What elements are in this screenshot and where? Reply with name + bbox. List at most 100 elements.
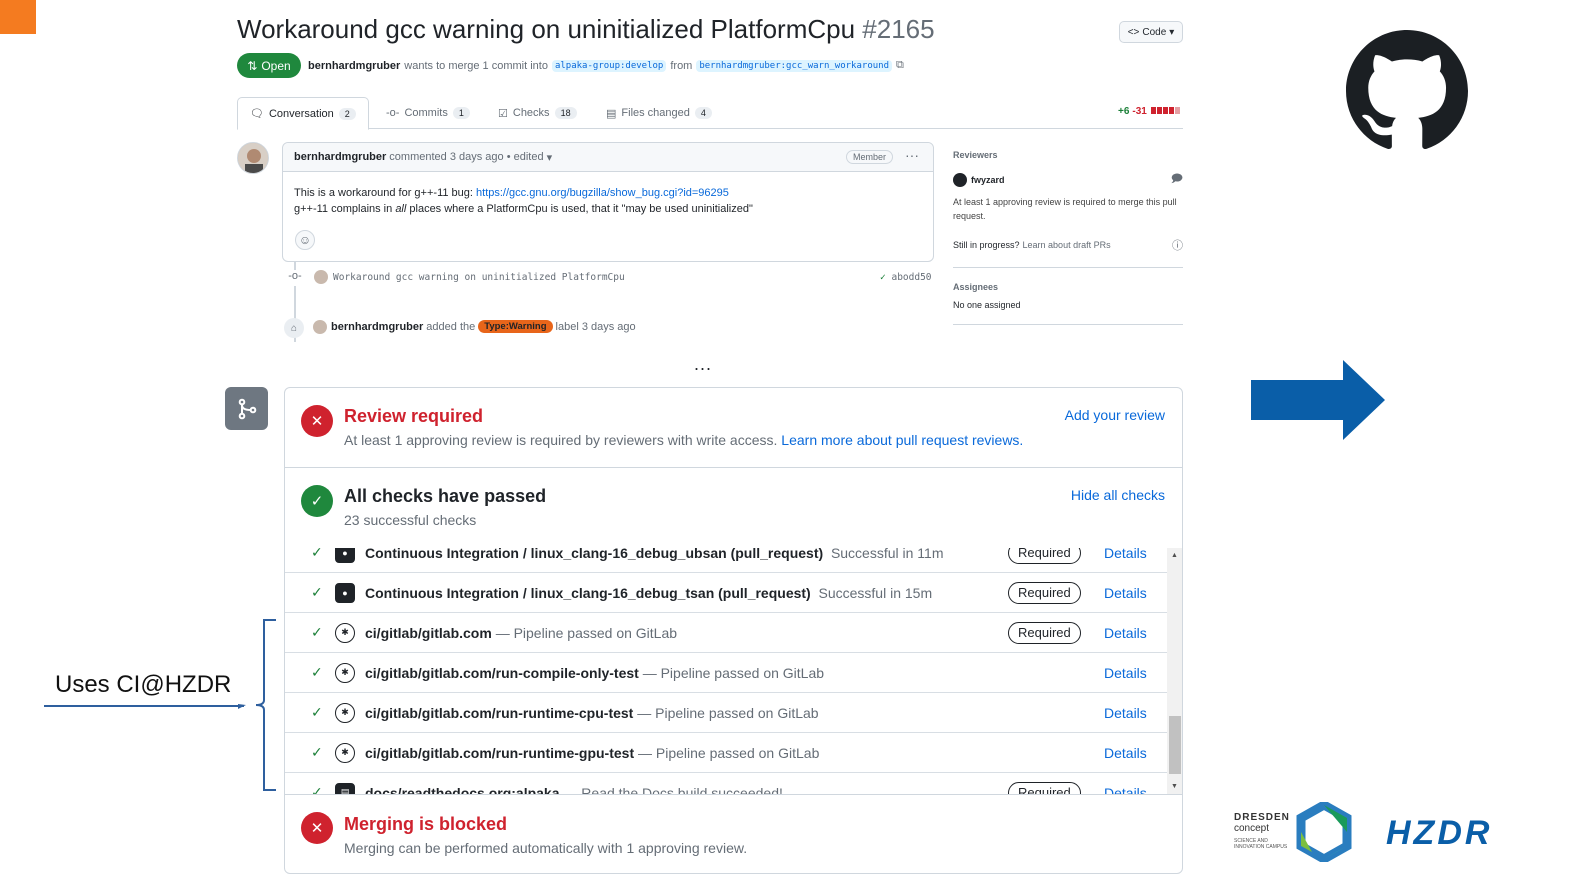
ellipsis-separator: ... xyxy=(694,354,713,374)
type-warning-label[interactable]: Type:Warning xyxy=(478,320,553,333)
copy-icon[interactable]: ⧉ xyxy=(896,59,904,72)
avatar[interactable] xyxy=(314,270,328,284)
comment-text: g++-11 complains in xyxy=(294,203,396,215)
label-event-author[interactable]: bernhardmgruber xyxy=(331,321,423,333)
reviewer-name[interactable]: fwyzard xyxy=(971,173,1005,187)
avatar[interactable] xyxy=(313,320,327,334)
git-commit-icon: -o- xyxy=(287,270,303,286)
github-logo-icon xyxy=(1346,30,1468,149)
label-event: bernhardmgruber added the Type:Warning l… xyxy=(331,320,636,333)
comment-text: places where a PlatformCpu is used, that… xyxy=(406,203,753,215)
pr-title: Workaround gcc warning on uninitialized … xyxy=(237,14,935,45)
pr-author-link[interactable]: bernhardmgruber xyxy=(308,60,400,72)
comment-icon[interactable]: 🗩 xyxy=(1171,170,1183,189)
smiley-icon[interactable]: ☺ xyxy=(295,230,315,250)
code-button[interactable]: <> Code ▾ xyxy=(1119,21,1183,43)
avatar[interactable] xyxy=(237,142,269,174)
tab-counter: 4 xyxy=(694,107,712,119)
code-button-label: Code xyxy=(1142,26,1167,38)
annotation-underline xyxy=(44,705,244,707)
commit-message[interactable]: Workaround gcc warning on uninitialized … xyxy=(333,272,625,283)
reviewer-row: fwyzard 🗩 xyxy=(953,170,1183,189)
check-row: ✓ ● Continuous Integration / linux_clang… xyxy=(285,548,1167,572)
comment-meta[interactable]: commented 3 days ago • edited xyxy=(389,151,543,163)
tag-icon: ⌂ xyxy=(284,318,304,338)
tab-files-changed[interactable]: ▤ Files changed 4 xyxy=(594,97,724,129)
pr-tabs: 🗨 Conversation 2 -o- Commits 1 ☑ Checks … xyxy=(237,97,1183,130)
check-icon: ✓ xyxy=(311,784,323,794)
base-branch[interactable]: alpaka-group:develop xyxy=(551,59,667,72)
commit-sha[interactable]: abodd50 xyxy=(891,272,931,283)
check-row: ✓ ▤ docs/readthedocs.org:alpaka — Read t… xyxy=(285,772,1167,794)
tab-counter: 1 xyxy=(452,107,470,119)
tab-commits[interactable]: -o- Commits 1 xyxy=(374,97,482,129)
required-badge: Required xyxy=(1008,781,1081,794)
check-status: — Read the Docs build succeeded! xyxy=(563,784,783,795)
pr-title-text: Workaround gcc warning on uninitialized … xyxy=(237,14,856,44)
details-link[interactable]: Details xyxy=(1104,625,1147,641)
dresden-concept-hexagon-icon xyxy=(1296,802,1352,862)
x-circle-icon: ✕ xyxy=(301,405,333,437)
curly-brace xyxy=(238,619,276,791)
pr-state-badge: ⇅ Open xyxy=(237,53,301,78)
details-link[interactable]: Details xyxy=(1104,745,1147,761)
gitlab-icon: ✱ xyxy=(335,662,355,683)
draft-prs-link[interactable]: Learn about draft PRs xyxy=(1023,238,1111,252)
reviewers-heading[interactable]: Reviewers xyxy=(953,150,1183,160)
head-branch[interactable]: bernhardmgruber:gcc_warn_workaround xyxy=(696,59,892,72)
from-text: from xyxy=(670,59,693,72)
check-name: ci/gitlab/gitlab.com xyxy=(365,624,492,641)
kebab-menu-icon[interactable]: ··· xyxy=(905,147,919,163)
diffstat: +6 -31 xyxy=(1118,106,1180,117)
lines-added: +6 xyxy=(1118,106,1130,117)
check-icon: ✓ xyxy=(311,704,323,720)
comment-discussion-icon: 🗨 xyxy=(250,108,264,120)
check-name: ci/gitlab/gitlab.com/run-runtime-gpu-tes… xyxy=(365,744,635,761)
assignees-value: No one assigned xyxy=(953,300,1021,310)
merge-description: bernhardmgruber wants to merge 1 commit … xyxy=(308,59,904,72)
right-arrow-icon xyxy=(1251,360,1385,440)
assignees-heading[interactable]: Assignees xyxy=(953,282,1183,292)
details-link[interactable]: Details xyxy=(1104,585,1147,601)
check-status: — Pipeline passed on GitLab xyxy=(495,624,678,641)
info-icon[interactable]: ⓘ xyxy=(1172,237,1183,253)
check-status: Successful in 11m xyxy=(830,548,944,561)
check-icon[interactable]: ✓ xyxy=(880,272,886,283)
tab-conversation[interactable]: 🗨 Conversation 2 xyxy=(237,97,369,130)
merge-blocked-subtitle: Merging can be performed automatically w… xyxy=(344,840,748,856)
details-link[interactable]: Details xyxy=(1104,548,1147,561)
check-icon: ✓ xyxy=(311,624,323,640)
scroll-up-icon[interactable]: ▲ xyxy=(1171,552,1178,559)
required-badge: Required xyxy=(1008,621,1081,644)
scroll-down-icon[interactable]: ▼ xyxy=(1171,783,1178,790)
check-name: Continuous Integration / linux_clang-16_… xyxy=(365,548,824,561)
diffstat-bar xyxy=(1150,106,1180,117)
details-link[interactable]: Details xyxy=(1104,705,1147,721)
checks-scrollbar[interactable]: ▲ ▼ xyxy=(1167,548,1182,794)
checks-list[interactable]: ✓ ● Continuous Integration / linux_clang… xyxy=(285,548,1167,794)
review-docs-link[interactable]: Learn more about pull request reviews. xyxy=(781,432,1023,448)
hzdr-logo: HZDR xyxy=(1386,814,1493,852)
check-status: — Pipeline passed on GitLab xyxy=(642,664,825,681)
caret-down-icon[interactable]: ▾ xyxy=(547,151,553,164)
check-text: Continuous Integration / linux_clang-16_… xyxy=(365,585,932,601)
tab-checks[interactable]: ☑ Checks 18 xyxy=(486,97,589,129)
github-actions-icon: ● xyxy=(335,548,355,563)
orange-corner-mark xyxy=(0,0,36,34)
check-icon: ✓ xyxy=(311,664,323,680)
add-review-link[interactable]: Add your review xyxy=(1065,407,1165,423)
check-name: Continuous Integration / linux_clang-16_… xyxy=(365,584,811,601)
check-text: docs/readthedocs.org:alpaka — Read the D… xyxy=(365,785,783,795)
merge-box: ✕ Review required At least 1 approving r… xyxy=(284,387,1183,874)
gitlab-icon: ✱ xyxy=(335,622,355,643)
draft-row: Still in progress? Learn about draft PRs… xyxy=(953,237,1183,253)
tab-counter: 2 xyxy=(338,107,356,120)
scroll-thumb[interactable] xyxy=(1169,716,1181,774)
details-link[interactable]: Details xyxy=(1104,785,1147,795)
comment-author[interactable]: bernhardmgruber xyxy=(294,151,386,163)
hide-checks-link[interactable]: Hide all checks xyxy=(1071,487,1165,503)
details-link[interactable]: Details xyxy=(1104,665,1147,681)
bug-link[interactable]: https://gcc.gnu.org/bugzilla/show_bug.cg… xyxy=(476,187,729,199)
checklist-icon: ☑ xyxy=(498,107,508,120)
check-name: ci/gitlab/gitlab.com/run-runtime-cpu-tes… xyxy=(365,704,634,721)
